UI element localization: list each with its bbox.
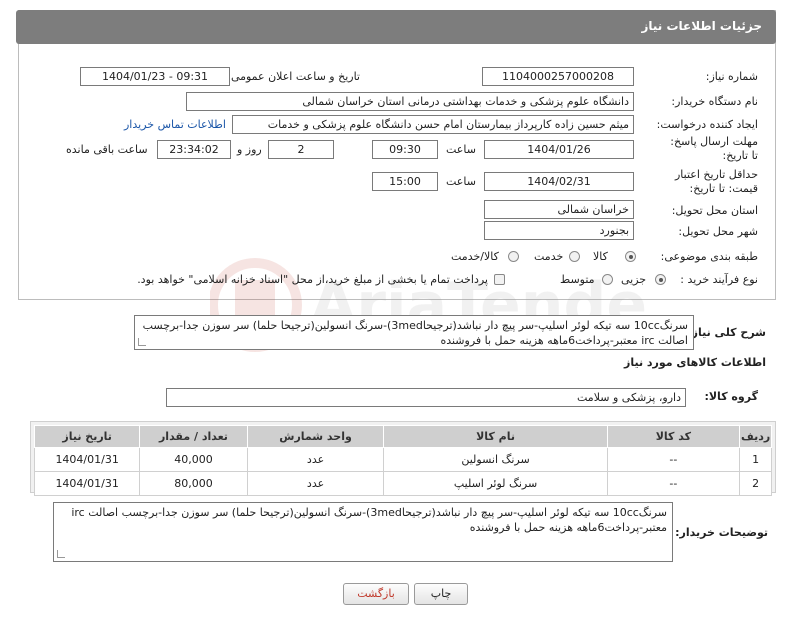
price-validity-time-field: 15:00 bbox=[372, 172, 438, 191]
process-type-label: نوع فرآیند خرید : bbox=[680, 273, 758, 286]
buyer-org-label: نام دستگاه خریدار: bbox=[671, 95, 758, 108]
resize-handle-icon[interactable] bbox=[138, 338, 146, 346]
deadline-date-field: 1404/01/26 bbox=[484, 140, 634, 159]
goods-group-field: دارو، پزشکی و سلامت bbox=[166, 388, 686, 407]
table-row: 1 -- سرنگ انسولین عدد 40,000 1404/01/31 bbox=[33, 447, 772, 472]
item-name: سرنگ لوئر اسلیپ bbox=[383, 471, 608, 496]
print-button[interactable]: چاپ bbox=[414, 583, 468, 605]
resize-handle-icon[interactable] bbox=[57, 550, 65, 558]
description-label: شرح کلی نیاز: bbox=[687, 326, 766, 339]
category-label: طبقه بندی موضوعی: bbox=[660, 250, 758, 263]
header-bar: جزئیات اطلاعات نیاز bbox=[16, 10, 776, 44]
col-row: ردیف bbox=[739, 425, 772, 448]
back-button[interactable]: بازگشت bbox=[343, 583, 409, 605]
buyer-org-field: دانشگاه علوم پزشکی و خدمات بهداشتی درمان… bbox=[186, 92, 634, 111]
deadline-label: مهلت ارسال پاسخ: تا تاریخ: bbox=[670, 135, 758, 162]
goods-section-title: اطلاعات کالاهای مورد نیاز bbox=[624, 356, 766, 369]
col-quantity: تعداد / مقدار bbox=[139, 425, 248, 448]
buyer-notes-textarea: سرنگ10cc سه تیکه لوئر اسلیپ-سر پیچ دار ن… bbox=[53, 502, 673, 562]
buyer-notes-label: توضیحات خریدار: bbox=[675, 526, 768, 539]
price-validity-time-label: ساعت bbox=[446, 175, 476, 188]
deadline-time-label: ساعت bbox=[446, 143, 476, 156]
days-label: روز و bbox=[237, 143, 262, 156]
need-number-field: 1104000257000208 bbox=[482, 67, 634, 86]
city-field: بجنورد bbox=[484, 221, 634, 240]
col-unit: واحد شمارش bbox=[246, 425, 385, 448]
treasury-payment-checkbox[interactable] bbox=[494, 274, 505, 285]
price-validity-label: حداقل تاریخ اعتبار قیمت: تا تاریخ: bbox=[674, 168, 758, 195]
need-number-label: شماره نیاز: bbox=[705, 70, 758, 83]
process-medium-label: متوسط bbox=[560, 273, 595, 286]
item-unit: عدد bbox=[246, 471, 385, 496]
category-service-label: خدمت bbox=[534, 250, 564, 263]
category-goods-radio[interactable] bbox=[625, 251, 636, 262]
buyer-notes-text: سرنگ10cc سه تیکه لوئر اسلیپ-سر پیچ دار ن… bbox=[71, 506, 667, 534]
province-label: استان محل تحویل: bbox=[671, 204, 758, 217]
requester-label: ایجاد کننده درخواست: bbox=[656, 118, 758, 131]
process-medium-radio[interactable] bbox=[602, 274, 613, 285]
item-unit: عدد bbox=[246, 447, 385, 472]
page-title: جزئیات اطلاعات نیاز bbox=[641, 19, 762, 33]
days-remaining-field: 2 bbox=[268, 140, 334, 159]
col-name: نام کالا bbox=[383, 425, 608, 448]
price-validity-date-field: 1404/02/31 bbox=[484, 172, 634, 191]
goods-table-header: ردیف کد کالا نام کالا واحد شمارش تعداد /… bbox=[33, 425, 772, 448]
goods-table: ردیف کد کالا نام کالا واحد شمارش تعداد /… bbox=[33, 425, 772, 496]
category-goods-label: کالا bbox=[593, 250, 608, 263]
item-quantity: 80,000 bbox=[139, 471, 248, 496]
announce-date-field: 1404/01/23 - 09:31 bbox=[80, 67, 230, 86]
treasury-payment-note: پرداخت تمام یا بخشی از مبلغ خرید،از محل … bbox=[137, 273, 488, 286]
item-name: سرنگ انسولین bbox=[383, 447, 608, 472]
deadline-time-field: 09:30 bbox=[372, 140, 438, 159]
col-need-date: تاریخ نیاز bbox=[33, 425, 141, 448]
time-remaining-field: 23:34:02 bbox=[157, 140, 231, 159]
item-code: -- bbox=[606, 447, 741, 472]
process-partial-label: جزیی bbox=[621, 273, 647, 286]
category-service-radio[interactable] bbox=[569, 251, 580, 262]
category-goods-service-radio[interactable] bbox=[508, 251, 519, 262]
goods-group-label: گروه کالا: bbox=[704, 390, 758, 403]
requester-field: میثم حسین زاده کارپرداز بیمارستان امام ح… bbox=[232, 115, 634, 134]
announce-date-label: تاریخ و ساعت اعلان عمومی: bbox=[227, 70, 360, 83]
description-textarea: سرنگ10cc سه تیکه لوئر اسلیپ-سر پیچ دار ن… bbox=[134, 315, 694, 350]
item-quantity: 40,000 bbox=[139, 447, 248, 472]
province-field: خراسان شمالی bbox=[484, 200, 634, 219]
buyer-contact-link[interactable]: اطلاعات تماس خریدار bbox=[124, 118, 226, 131]
row-number: 1 bbox=[739, 447, 772, 472]
item-need-date: 1404/01/31 bbox=[33, 471, 141, 496]
table-row: 2 -- سرنگ لوئر اسلیپ عدد 80,000 1404/01/… bbox=[33, 471, 772, 496]
item-code: -- bbox=[606, 471, 741, 496]
col-code: کد کالا bbox=[606, 425, 741, 448]
city-label: شهر محل تحویل: bbox=[678, 225, 758, 238]
item-need-date: 1404/01/31 bbox=[33, 447, 141, 472]
time-remaining-label: ساعت باقی مانده bbox=[66, 143, 148, 156]
process-partial-radio[interactable] bbox=[655, 274, 666, 285]
category-goods-service-label: کالا/خدمت bbox=[451, 250, 499, 263]
description-text: سرنگ10cc سه تیکه لوئر اسلیپ-سر پیچ دار ن… bbox=[142, 319, 688, 347]
row-number: 2 bbox=[739, 471, 772, 496]
